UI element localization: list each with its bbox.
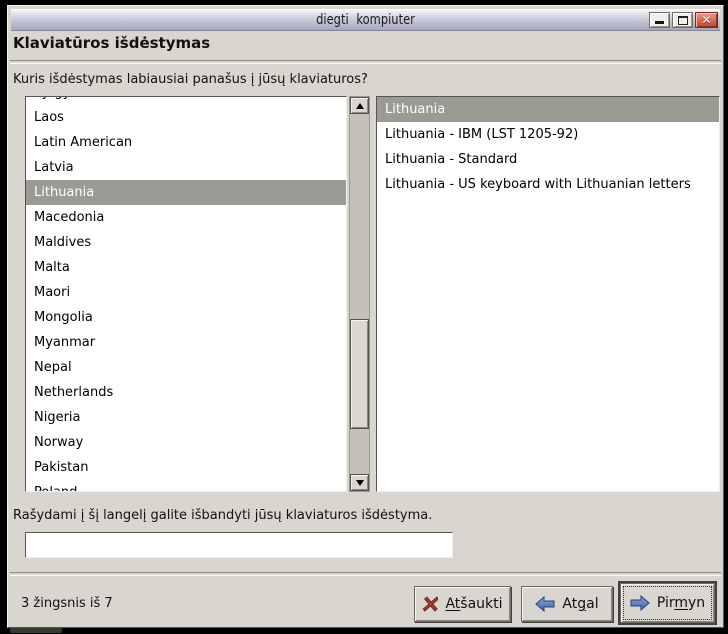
cancel-x-icon — [422, 596, 438, 612]
list-item[interactable]: Myanmar — [26, 330, 346, 355]
forward-button-default-ring: Pirmyn — [618, 581, 717, 625]
window-title: diegti kompiuter — [75, 12, 656, 28]
question-label: Kuris išdėstymas labiausiai panašus į jū… — [13, 72, 368, 87]
list-item[interactable]: Latvia — [26, 155, 346, 180]
window-controls: ✕ — [649, 12, 718, 28]
installer-window: diegti kompiuter ✕ Klaviatūros išdėstyma… — [7, 5, 724, 628]
arrow-up-icon — [356, 103, 364, 109]
step-status: 3 žingsnis iš 7 — [21, 596, 113, 611]
page-title: Klaviatūros išdėstymas — [13, 34, 210, 52]
list-item[interactable]: Laos — [26, 105, 346, 130]
list-item[interactable]: Kyrgyz — [26, 96, 346, 105]
country-list-scrollbar[interactable] — [349, 96, 370, 492]
list-item[interactable]: Lithuania - IBM (LST 1205-92) — [377, 122, 719, 147]
list-item[interactable]: Lithuania — [26, 180, 346, 205]
list-item[interactable]: Nigeria — [26, 405, 346, 430]
maximize-icon — [678, 16, 688, 25]
forward-button[interactable]: Pirmyn — [620, 583, 715, 623]
separator — [10, 572, 721, 576]
list-item[interactable]: Maori — [26, 280, 346, 305]
close-button[interactable]: ✕ — [695, 12, 718, 28]
scroll-down-button[interactable] — [350, 474, 369, 491]
back-label: Atgal — [562, 596, 598, 612]
titlebar[interactable]: diegti kompiuter ✕ — [11, 9, 720, 31]
list-item[interactable]: Latin American — [26, 130, 346, 155]
list-item[interactable]: Norway — [26, 430, 346, 455]
minimize-icon — [655, 21, 664, 24]
list-item[interactable]: Macedonia — [26, 205, 346, 230]
close-icon: ✕ — [701, 14, 711, 26]
arrow-down-icon — [356, 480, 364, 486]
test-label: Rašydami į šį langelį galite išbandyti j… — [13, 508, 432, 523]
list-item[interactable]: Poland — [26, 480, 346, 492]
arrow-left-icon — [535, 596, 555, 612]
list-item[interactable]: Netherlands — [26, 380, 346, 405]
back-button[interactable]: Atgal — [521, 586, 613, 622]
country-list: KyrgyzLaosLatin AmericanLatviaLithuaniaM… — [25, 96, 370, 492]
list-item[interactable]: Malta — [26, 255, 346, 280]
country-listbox[interactable]: KyrgyzLaosLatin AmericanLatviaLithuaniaM… — [25, 96, 347, 492]
desktop-fragment — [10, 628, 62, 633]
maximize-button[interactable] — [672, 12, 693, 28]
list-item[interactable]: Lithuania - Standard — [377, 147, 719, 172]
cancel-button[interactable]: Atšaukti — [414, 586, 511, 622]
separator — [10, 60, 721, 64]
keyboard-test-input[interactable] — [25, 532, 453, 558]
list-item[interactable]: Lithuania - US keyboard with Lithuanian … — [377, 172, 719, 197]
list-item[interactable]: Nepal — [26, 355, 346, 380]
scrollbar-thumb[interactable] — [350, 319, 369, 429]
list-item[interactable]: Maldives — [26, 230, 346, 255]
minimize-button[interactable] — [649, 12, 670, 28]
scroll-up-button[interactable] — [350, 97, 369, 114]
list-item[interactable]: Pakistan — [26, 455, 346, 480]
cancel-label: Atšaukti — [445, 596, 502, 612]
variant-list: LithuaniaLithuania - IBM (LST 1205-92)Li… — [376, 96, 720, 492]
list-item[interactable]: Lithuania — [377, 97, 719, 122]
arrow-right-icon — [630, 595, 650, 611]
list-item[interactable]: Mongolia — [26, 305, 346, 330]
variant-listbox[interactable]: LithuaniaLithuania - IBM (LST 1205-92)Li… — [376, 96, 720, 492]
forward-label: Pirmyn — [657, 595, 705, 611]
